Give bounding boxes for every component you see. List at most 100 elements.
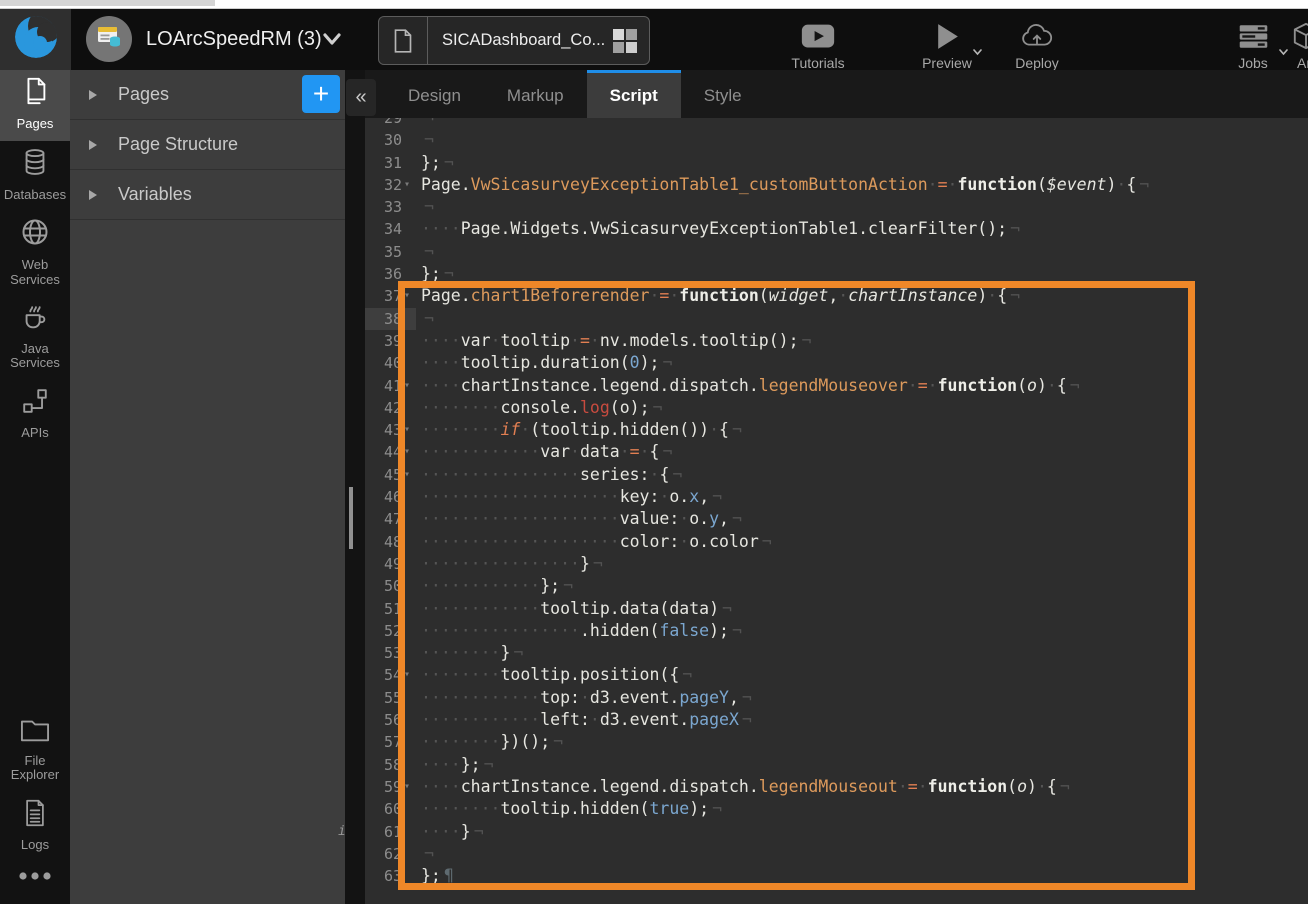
code-line-63[interactable]: 63};¶ [365, 865, 1308, 887]
code-line-42[interactable]: 42········console.log(o);¬ [365, 397, 1308, 419]
preview-label: Preview [922, 55, 972, 71]
code-line-50[interactable]: 50············};¬ [365, 575, 1308, 597]
line-number: 53 [365, 642, 402, 664]
tab-markup[interactable]: Markup [484, 70, 587, 118]
line-number: 34 [365, 218, 402, 240]
page-grid-icon[interactable] [613, 29, 637, 53]
fold-column [402, 865, 416, 887]
code-line-54[interactable]: 54▾········tooltip.position({¬ [365, 664, 1308, 686]
sidebar-item-logs[interactable]: Logs [0, 792, 70, 862]
eol-marker: ¬ [590, 554, 603, 573]
tab-style[interactable]: Style [681, 70, 765, 118]
editor-tab-bar: DesignMarkupScriptStyle [365, 70, 1308, 118]
code-line-59[interactable]: 59▾····chartInstance.legend.dispatch.leg… [365, 776, 1308, 798]
javaservices-icon [19, 302, 51, 337]
code-line-32[interactable]: 32▾Page.VwSicasurveyExceptionTable1_cust… [365, 174, 1308, 196]
fold-icon[interactable]: ▾ [404, 285, 410, 307]
code-line-49[interactable]: 49················}¬ [365, 553, 1308, 575]
code-line-35[interactable]: 35¬ [365, 241, 1308, 263]
panel-section-label: Page Structure [118, 134, 238, 155]
tab-script[interactable]: Script [587, 70, 681, 118]
sidebar-item-more[interactable] [0, 862, 70, 904]
sidebar-item-apis[interactable]: APIs [0, 380, 70, 450]
fold-icon[interactable]: ▾ [404, 664, 410, 686]
code-line-40[interactable]: 40····tooltip.duration(0);¬ [365, 352, 1308, 374]
panel-scrollbar-thumb[interactable] [349, 487, 353, 549]
artifacts-button[interactable]: Art [1266, 19, 1308, 71]
fold-icon[interactable]: ▾ [404, 375, 410, 397]
code-line-61[interactable]: 61i····}¬ [365, 821, 1308, 843]
eol-marker: ¬ [441, 264, 454, 283]
preview-button[interactable]: Preview [907, 19, 987, 71]
sidebar-item-javaservices[interactable]: Java Services [0, 297, 70, 380]
code-line-30[interactable]: 30¬ [365, 129, 1308, 151]
fold-icon[interactable]: ▾ [404, 419, 410, 441]
fold-column [402, 330, 416, 352]
code-line-60[interactable]: 60········tooltip.hidden(true);¬ [365, 798, 1308, 820]
code-text: ¬ [416, 843, 434, 865]
code-text: Page.chart1Beforerender·=·function(widge… [416, 285, 1020, 307]
line-number: 36 [365, 263, 402, 285]
project-chevron-down-icon[interactable] [318, 27, 346, 51]
code-line-57[interactable]: 57········})();¬ [365, 731, 1308, 753]
add-page-button[interactable]: + [302, 75, 340, 113]
code-line-39[interactable]: 39····var·tooltip·=·nv.models.tooltip();… [365, 330, 1308, 352]
tutorials-label: Tutorials [791, 55, 844, 71]
code-line-55[interactable]: 55············top:·d3.event.pageY,¬ [365, 687, 1308, 709]
sidebar-item-databases[interactable]: Databases [0, 141, 70, 212]
code-text: Page.VwSicasurveyExceptionTable1_customB… [416, 174, 1149, 196]
eol-marker: ¬ [421, 197, 434, 216]
line-number: 38 [365, 308, 402, 330]
panel-section-variables[interactable]: Variables [70, 170, 345, 220]
code-line-47[interactable]: 47····················value:·o.y,¬ [365, 508, 1308, 530]
code-area[interactable]: 29¬30¬31};¬32▾Page.VwSicasurveyException… [365, 107, 1308, 904]
fold-column [402, 553, 416, 575]
caret-right-icon[interactable] [89, 190, 97, 200]
wavemaker-logo[interactable] [0, 9, 71, 70]
icon-sidebar: PagesDatabasesWeb ServicesJava ServicesA… [0, 70, 70, 904]
fold-icon[interactable]: ▾ [404, 441, 410, 463]
code-line-41[interactable]: 41▾····chartInstance.legend.dispatch.leg… [365, 375, 1308, 397]
sidebar-item-fileexplorer[interactable]: File Explorer [0, 711, 70, 792]
chevron-down-icon[interactable] [970, 45, 985, 63]
fold-icon[interactable]: ▾ [404, 776, 410, 798]
code-line-45[interactable]: 45▾················series:·{¬ [365, 464, 1308, 486]
line-number: 61i [365, 821, 402, 843]
code-line-48[interactable]: 48····················color:·o.color¬ [365, 531, 1308, 553]
panel-collapse-button[interactable]: « [346, 79, 376, 116]
fold-column: ▾ [402, 285, 416, 307]
code-text: ············var·data·=·{¬ [416, 441, 672, 463]
code-line-56[interactable]: 56············left:·d3.event.pageX¬ [365, 709, 1308, 731]
caret-right-icon[interactable] [89, 90, 97, 100]
tutorials-button[interactable]: Tutorials [778, 19, 858, 71]
code-line-31[interactable]: 31};¬ [365, 152, 1308, 174]
eol-marker: ¬ [669, 465, 682, 484]
sidebar-item-webservices[interactable]: Web Services [0, 211, 70, 296]
tab-design[interactable]: Design [385, 70, 484, 118]
code-line-46[interactable]: 46····················key:·o.x,¬ [365, 486, 1308, 508]
project-avatar[interactable] [86, 16, 132, 62]
panel-section-pages[interactable]: Pages+ [70, 70, 345, 120]
fold-icon[interactable]: ▾ [404, 464, 410, 486]
code-line-53[interactable]: 53········}¬ [365, 642, 1308, 664]
code-line-51[interactable]: 51············tooltip.data(data)¬ [365, 598, 1308, 620]
code-line-34[interactable]: 34····Page.Widgets.VwSicasurveyException… [365, 218, 1308, 240]
pages-icon [20, 75, 50, 112]
code-line-43[interactable]: 43▾········if·(tooltip.hidden())·{¬ [365, 419, 1308, 441]
code-line-62[interactable]: 62¬ [365, 843, 1308, 865]
sidebar-item-pages[interactable]: Pages [0, 70, 70, 141]
code-line-44[interactable]: 44▾············var·data·=·{¬ [365, 441, 1308, 463]
project-name[interactable]: LOArcSpeedRM (3) [146, 9, 322, 70]
panel-section-structure[interactable]: Page Structure [70, 120, 345, 170]
line-number: 47 [365, 508, 402, 530]
page-tab[interactable]: SICADashboard_Co... [378, 16, 650, 65]
fold-icon[interactable]: ▾ [404, 174, 410, 196]
code-line-33[interactable]: 33¬ [365, 196, 1308, 218]
code-line-58[interactable]: 58····};¬ [365, 754, 1308, 776]
deploy-button[interactable]: Deploy [997, 19, 1077, 71]
caret-right-icon[interactable] [89, 140, 97, 150]
code-line-36[interactable]: 36};¬ [365, 263, 1308, 285]
code-line-38[interactable]: 38¬ [365, 308, 1308, 330]
code-line-52[interactable]: 52················.hidden(false);¬ [365, 620, 1308, 642]
code-line-37[interactable]: 37▾Page.chart1Beforerender·=·function(wi… [365, 285, 1308, 307]
